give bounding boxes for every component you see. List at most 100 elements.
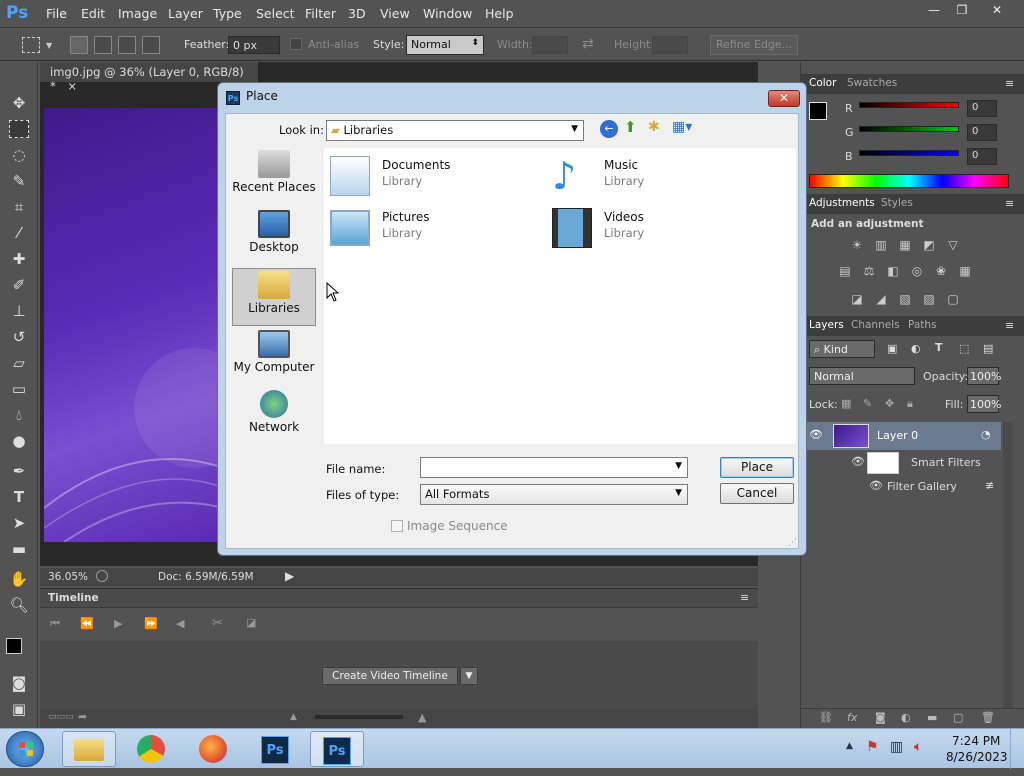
volume-icon[interactable]: 🔈︎	[914, 739, 922, 755]
healing-brush-icon[interactable]: ✚	[8, 248, 30, 270]
show-hidden-icons[interactable]: ▲	[846, 741, 853, 751]
layer-name[interactable]: Layer 0	[877, 429, 918, 442]
pixel-filter-icon[interactable]: ▣	[887, 342, 897, 355]
tab-styles[interactable]: Styles	[881, 197, 913, 209]
fx-icon[interactable]: fx	[847, 711, 857, 724]
dodge-tool-icon[interactable]: ●	[8, 430, 30, 452]
adjustment-filter-icon[interactable]: ◐	[911, 342, 921, 355]
tab-adjustments[interactable]: Adjustments	[809, 197, 875, 209]
panel-menu-icon[interactable]: ≡	[1005, 197, 1014, 210]
invert-icon[interactable]: ◪	[849, 292, 865, 306]
place-network[interactable]: Network	[232, 388, 316, 446]
layer-filter-kind[interactable]: ⌕ Kind	[809, 340, 875, 358]
clock-date[interactable]: 8/26/2023	[946, 750, 1008, 764]
add-selection-icon[interactable]	[94, 36, 112, 54]
opacity-input[interactable]: 100%	[967, 367, 1001, 385]
status-menu-arrow-icon[interactable]: ▶	[285, 569, 294, 583]
layer-row[interactable]: 👁︎ Layer 0 ◔	[801, 422, 1001, 450]
zoom-level[interactable]: 36.05%	[48, 571, 88, 583]
selective-color-icon[interactable]: ▢	[945, 292, 961, 306]
tab-paths[interactable]: Paths	[908, 319, 937, 331]
menu-view[interactable]: View	[380, 6, 410, 21]
lock-all-icon[interactable]: 🔒︎	[907, 397, 913, 411]
up-folder-icon[interactable]: ⬆	[624, 118, 637, 136]
taskbar-chrome[interactable]	[124, 731, 178, 767]
gradient-tool-icon[interactable]: ▭	[8, 378, 30, 400]
channel-mixer-icon[interactable]: ❀	[933, 264, 949, 278]
new-group-icon[interactable]: ▬	[927, 711, 937, 724]
render-icon[interactable]: ➦	[78, 710, 87, 723]
filter-gallery-row[interactable]: 👁︎ Filter Gallery ≢	[801, 476, 1001, 498]
foreground-color-swatch[interactable]	[6, 638, 22, 654]
play-icon[interactable]: ▶	[114, 617, 122, 630]
feather-input[interactable]: 0 px	[228, 36, 280, 54]
place-button[interactable]: Place	[720, 457, 794, 478]
width-input[interactable]	[532, 36, 568, 54]
file-item-videos[interactable]: Videos Library	[552, 206, 752, 252]
lock-image-icon[interactable]: ✎	[863, 397, 872, 410]
photo-filter-icon[interactable]: ◎	[909, 264, 925, 278]
vibrance-icon[interactable]: ▽	[945, 238, 961, 252]
add-mask-icon[interactable]: ◙	[875, 711, 886, 724]
place-recent-places[interactable]: Recent Places	[232, 148, 316, 206]
black-white-icon[interactable]: ◧	[885, 264, 901, 278]
smart-filters-row[interactable]: 👁︎ Smart Filters	[801, 450, 1001, 476]
place-my-computer[interactable]: My Computer	[232, 328, 316, 386]
panel-menu-icon[interactable]: ≡	[740, 591, 749, 604]
first-frame-icon[interactable]: ⏮	[50, 617, 60, 631]
blur-tool-icon[interactable]: 💧︎	[8, 404, 30, 426]
curves-icon[interactable]: ▦	[897, 238, 913, 252]
close-window-button[interactable]: ✕	[983, 0, 1011, 20]
smart-object-filter-icon[interactable]: ▤	[983, 342, 993, 355]
file-name-input[interactable]: ▼	[420, 457, 688, 478]
history-brush-icon[interactable]: ↺	[8, 326, 30, 348]
height-input[interactable]	[652, 36, 688, 54]
file-item-pictures[interactable]: Pictures Library	[330, 206, 530, 252]
taskbar-explorer[interactable]	[62, 731, 116, 767]
create-video-timeline-button[interactable]: Create Video Timeline	[322, 667, 458, 685]
blue-value[interactable]: 0	[967, 148, 997, 165]
foreground-color-swatch[interactable]	[809, 102, 827, 120]
tab-channels[interactable]: Channels	[851, 319, 900, 331]
menu-filter[interactable]: Filter	[305, 6, 336, 21]
link-layers-icon[interactable]: ⛓	[819, 711, 833, 724]
marquee-preset-icon[interactable]	[22, 37, 40, 53]
transition-icon[interactable]: ◪	[246, 616, 256, 629]
refine-edge-button[interactable]: Refine Edge...	[710, 35, 798, 55]
document-tab[interactable]: img0.jpg @ 36% (Layer 0, RGB/8) * ×	[40, 62, 258, 93]
brightness-icon[interactable]: ☀	[849, 238, 865, 252]
restore-button[interactable]: ❐	[948, 0, 976, 20]
scissors-icon[interactable]: ✂	[212, 616, 223, 631]
chevron-down-icon[interactable]: ▼	[46, 41, 52, 50]
look-in-select[interactable]: ▰ Libraries ▼	[326, 120, 584, 141]
green-value[interactable]: 0	[967, 124, 997, 141]
path-select-icon[interactable]: ➤	[8, 512, 30, 534]
clone-stamp-icon[interactable]: ⊥	[8, 300, 30, 322]
tab-color[interactable]: Color	[809, 77, 836, 89]
resize-grip-icon[interactable]: ⋰	[788, 538, 797, 548]
zoom-in-icon[interactable]: ▲	[418, 711, 426, 724]
file-item-documents[interactable]: Documents Library	[330, 154, 530, 200]
audio-icon[interactable]: ◀	[176, 617, 184, 630]
prev-frame-icon[interactable]: ⏪	[80, 617, 94, 630]
status-info-icon[interactable]	[96, 570, 108, 582]
new-selection-icon[interactable]	[70, 36, 88, 54]
menu-file[interactable]: File	[46, 6, 67, 21]
marquee-tool-icon[interactable]	[9, 120, 29, 138]
menu-3d[interactable]: 3D	[348, 6, 366, 21]
view-menu-icon[interactable]: ▦▾	[672, 119, 692, 135]
taskbar-firefox[interactable]	[186, 731, 240, 767]
menu-type[interactable]: Type	[213, 6, 242, 21]
levels-icon[interactable]: ▥	[873, 238, 889, 252]
visibility-eye-icon[interactable]: 👁︎	[851, 455, 865, 468]
menu-image[interactable]: Image	[118, 6, 157, 21]
quick-select-tool-icon[interactable]: ✎	[8, 170, 30, 192]
chevron-down-icon[interactable]: ▼	[460, 667, 478, 685]
hue-saturation-icon[interactable]: ▤	[837, 264, 853, 278]
clock-time[interactable]: 7:24 PM	[952, 734, 1000, 748]
posterize-icon[interactable]: ◢	[873, 292, 889, 306]
filter-options-icon[interactable]: ≢	[985, 479, 994, 492]
zoom-tool-icon[interactable]: 🔍︎	[8, 594, 30, 616]
trash-icon[interactable]: 🗑︎	[981, 711, 995, 724]
intersect-selection-icon[interactable]	[142, 36, 160, 54]
